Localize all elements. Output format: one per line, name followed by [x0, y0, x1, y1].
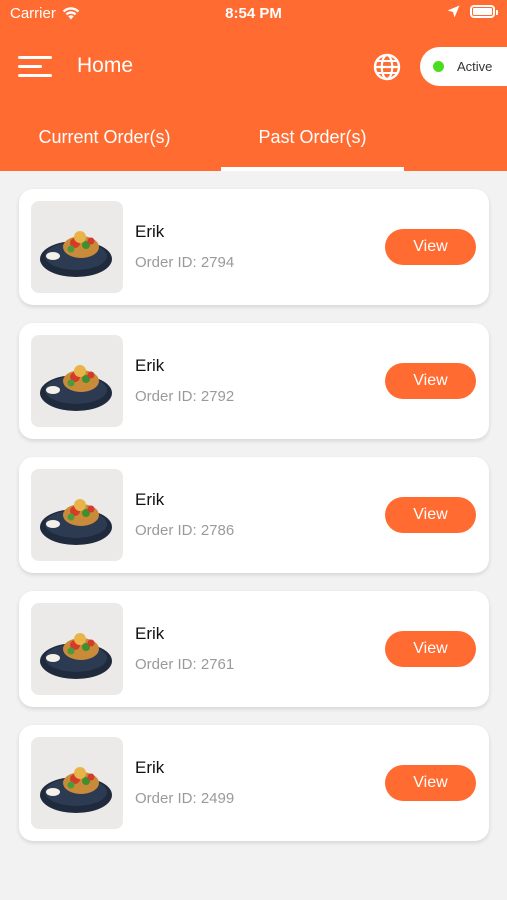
availability-toggle[interactable]: Active — [420, 47, 507, 86]
tab-current-orders[interactable]: Current Order(s) — [13, 112, 196, 171]
customer-name: Erik — [135, 222, 165, 241]
tab-label: Past Order(s) — [258, 127, 367, 147]
order-card: Erik Order ID: 2761 View — [19, 591, 489, 707]
header-bar: Carrier 8:54 PM Home Active Current Orde… — [0, 0, 507, 171]
order-id: Order ID: 2786 — [135, 522, 235, 539]
customer-name: Erik — [135, 624, 165, 643]
status-icons — [447, 5, 498, 18]
view-order-button[interactable]: View — [385, 765, 476, 801]
food-dish-image — [31, 603, 123, 695]
globe-icon[interactable] — [372, 52, 402, 82]
order-card: Erik Order ID: 2792 View — [19, 323, 489, 439]
food-dish-image — [31, 469, 123, 561]
order-id: Order ID: 2792 — [135, 388, 235, 405]
view-order-button[interactable]: View — [385, 497, 476, 533]
battery-icon — [470, 5, 498, 18]
food-dish-image — [31, 335, 123, 427]
order-id: Order ID: 2499 — [135, 790, 235, 807]
status-bar: Carrier 8:54 PM — [0, 0, 507, 28]
availability-label: Active — [457, 59, 493, 74]
food-dish-image — [31, 737, 123, 829]
hamburger-menu-icon[interactable] — [18, 54, 53, 80]
view-order-button[interactable]: View — [385, 631, 476, 667]
customer-name: Erik — [135, 758, 165, 777]
order-id: Order ID: 2761 — [135, 656, 235, 673]
order-card: Erik Order ID: 2786 View — [19, 457, 489, 573]
clock: 8:54 PM — [225, 5, 282, 22]
view-order-button[interactable]: View — [385, 229, 476, 265]
order-card: Erik Order ID: 2499 View — [19, 725, 489, 841]
tab-past-orders[interactable]: Past Order(s) — [221, 112, 404, 171]
location-arrow-icon — [447, 5, 460, 18]
view-order-button[interactable]: View — [385, 363, 476, 399]
tab-label: Current Order(s) — [38, 127, 171, 147]
customer-name: Erik — [135, 356, 165, 375]
order-card: Erik Order ID: 2794 View — [19, 189, 489, 305]
order-id: Order ID: 2794 — [135, 254, 235, 271]
page-title: Home — [77, 54, 134, 77]
food-dish-image — [31, 201, 123, 293]
order-tabs: Current Order(s) Past Order(s) — [0, 112, 507, 171]
customer-name: Erik — [135, 490, 165, 509]
selected-tab-indicator — [221, 167, 404, 171]
status-dot-icon — [433, 61, 444, 72]
